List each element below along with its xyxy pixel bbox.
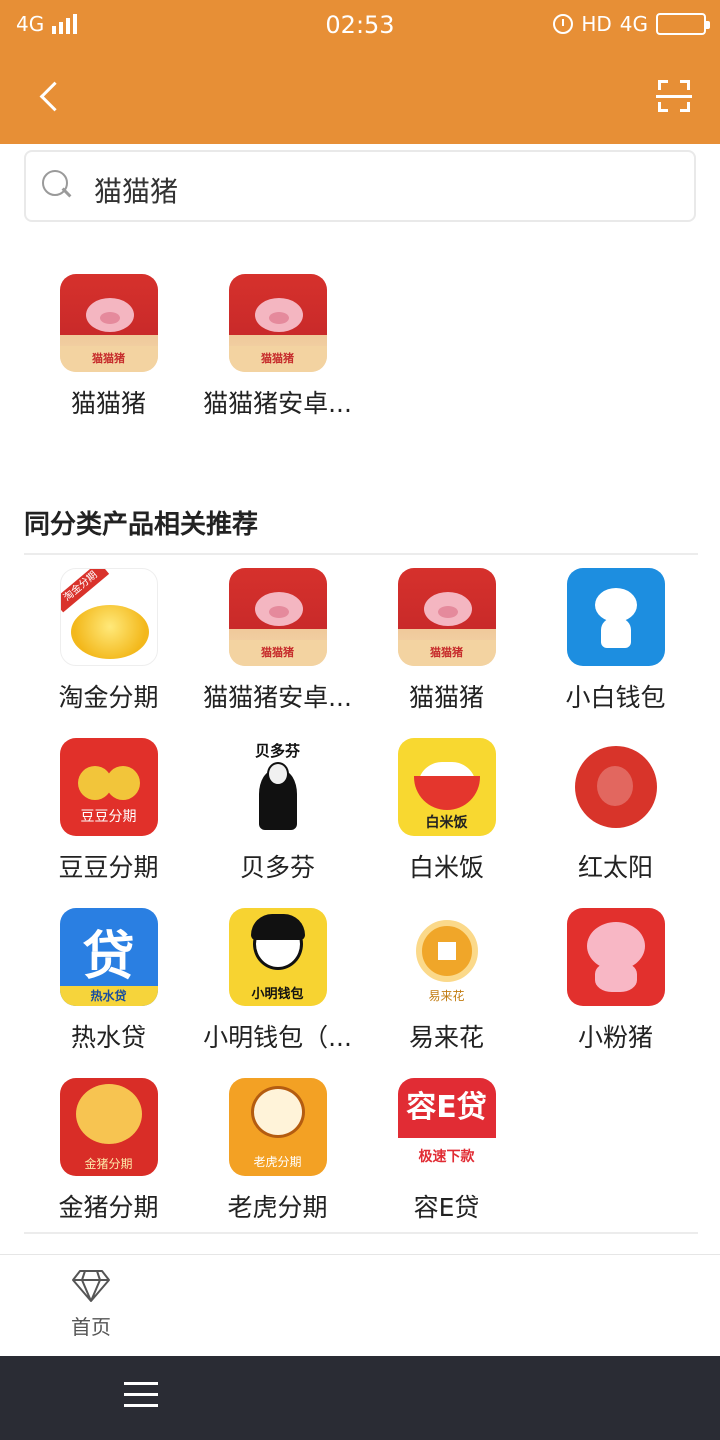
app-name: 老虎分期 (227, 1193, 328, 1222)
scan-icon (658, 80, 668, 90)
maomaozhu-app-icon[interactable]: 猫猫猪 (59, 274, 158, 372)
icon-title: 容E贷 (397, 1078, 496, 1138)
xiaobai-app-icon[interactable] (566, 568, 665, 666)
app-name: 金猪分期 (58, 1193, 159, 1222)
icon-label: 猫猫猪 (59, 346, 158, 372)
app-name: 猫猫猪安卓... (203, 683, 352, 712)
recommendation-item[interactable]: 贝多芬 贝多芬 (193, 738, 362, 908)
recommendation-item[interactable]: 小粉猪 (531, 908, 700, 1078)
app-name: 猫猫猪安卓... (203, 389, 352, 418)
search-result-item[interactable]: 猫猫猪 猫猫猪安卓... (193, 274, 362, 420)
recommendation-item[interactable]: 猫猫猪 猫猫猪安卓... (193, 568, 362, 738)
icon-label: 金猪分期 (84, 1157, 133, 1171)
bottom-nav: 首页 (0, 1254, 720, 1354)
app-name: 小粉猪 (577, 1023, 653, 1052)
icon-label: 极速下款 (418, 1149, 475, 1165)
app-name: 红太阳 (577, 853, 653, 882)
xiaoming-app-icon[interactable]: 小明钱包 (228, 908, 327, 1006)
search-icon (42, 170, 72, 200)
app-name: 猫猫猪 (408, 683, 484, 712)
scan-button[interactable] (656, 80, 692, 112)
network-type-right: 4G (619, 12, 648, 36)
doudou-app-icon[interactable]: 豆豆分期 (59, 738, 158, 836)
recommendation-item[interactable]: 小白钱包 (531, 568, 700, 738)
hd-label: HD (581, 12, 612, 36)
nav-bar (0, 52, 720, 144)
recommendation-item[interactable]: 老虎分期 老虎分期 (193, 1078, 362, 1248)
icon-label: 白米饭 (425, 815, 468, 831)
app-name: 热水贷 (70, 1023, 146, 1052)
hongtaiyang-app-icon[interactable] (566, 738, 665, 836)
recommendation-item[interactable]: 白米饭 白米饭 (362, 738, 531, 908)
back-button[interactable] (30, 76, 70, 120)
app-name: 易来花 (408, 1023, 484, 1052)
battery-icon (656, 13, 710, 35)
app-name: 白米饭 (408, 853, 484, 882)
yilaihua-app-icon[interactable]: 易来花 (397, 908, 496, 1006)
recommendation-item[interactable]: 红太阳 (531, 738, 700, 908)
recommendation-item[interactable]: 金猪分期 金猪分期 (24, 1078, 193, 1248)
beiduofen-app-icon[interactable]: 贝多芬 (228, 738, 327, 836)
icon-label: 贝多芬 (254, 742, 300, 760)
home-label: 首页 (71, 1315, 111, 1339)
recommendation-item[interactable]: 容E贷 极速下款 容E贷 (362, 1078, 531, 1248)
icon-label: 热水贷 (59, 986, 158, 1006)
icon-label: 小明钱包 (251, 987, 304, 1002)
taojin-app-icon[interactable]: 淘金分期 (59, 568, 158, 666)
app-name: 淘金分期 (58, 683, 159, 712)
search-input[interactable]: 猫猫猪 (94, 170, 178, 210)
system-nav-bar (0, 1356, 720, 1440)
app-name: 豆豆分期 (58, 853, 159, 882)
maomaozhu-app-icon[interactable]: 猫猫猪 (228, 274, 327, 372)
diamond-icon (71, 1269, 111, 1303)
alarm-icon (553, 14, 574, 34)
icon-label: 猫猫猪 (228, 346, 327, 372)
jinzhu-app-icon[interactable]: 金猪分期 (59, 1078, 158, 1176)
reshuidai-app-icon[interactable]: 贷 热水贷 (59, 908, 158, 1006)
maomaozhu-app-icon[interactable]: 猫猫猪 (397, 568, 496, 666)
status-right: HD 4G (553, 12, 710, 36)
section-divider (24, 553, 698, 555)
menu-icon[interactable] (124, 1382, 158, 1412)
baimifan-app-icon[interactable]: 白米饭 (397, 738, 496, 836)
maomaozhu-app-icon[interactable]: 猫猫猪 (228, 568, 327, 666)
recommendation-item[interactable]: 猫猫猪 猫猫猪 (362, 568, 531, 738)
recommendation-item[interactable]: 易来花 易来花 (362, 908, 531, 1078)
recommendation-item[interactable]: 淘金分期 淘金分期 (24, 568, 193, 738)
section-title: 同分类产品相关推荐 (24, 510, 259, 540)
search-results: 猫猫猪 猫猫猪 猫猫猪 猫猫猪安卓... (24, 274, 696, 420)
rongedai-app-icon[interactable]: 容E贷 极速下款 (397, 1078, 496, 1176)
recommendation-item[interactable]: 贷 热水贷 热水贷 (24, 908, 193, 1078)
icon-char: 贷 (82, 927, 135, 987)
icon-label: 豆豆分期 (80, 809, 137, 825)
app-name: 贝多芬 (239, 853, 315, 882)
recommendation-item[interactable]: 小明钱包 小明钱包（... (193, 908, 362, 1078)
recommendation-grid: 淘金分期 淘金分期 猫猫猪 猫猫猪安卓... 猫猫猪 猫猫猪 小白钱包 豆豆分期… (24, 568, 700, 1248)
app-name: 猫猫猪 (70, 389, 146, 418)
icon-label: 老虎分期 (253, 1155, 302, 1169)
app-name: 容E贷 (413, 1193, 480, 1222)
app-name: 小白钱包 (565, 683, 666, 712)
app-name: 小明钱包（... (203, 1023, 352, 1052)
status-bar: 4G 02:53 HD 4G (0, 0, 720, 52)
search-box[interactable]: 猫猫猪 (24, 150, 696, 222)
icon-label: 猫猫猪 (228, 640, 327, 666)
icon-label: 易来花 (428, 989, 465, 1003)
icon-label: 猫猫猪 (397, 640, 496, 666)
search-result-item[interactable]: 猫猫猪 猫猫猪 (24, 274, 193, 420)
xiaofenzhu-app-icon[interactable] (566, 908, 665, 1006)
tab-home[interactable]: 首页 (56, 1269, 126, 1349)
recommendation-item[interactable]: 豆豆分期 豆豆分期 (24, 738, 193, 908)
grid-divider (24, 1232, 698, 1234)
laohu-app-icon[interactable]: 老虎分期 (228, 1078, 327, 1176)
